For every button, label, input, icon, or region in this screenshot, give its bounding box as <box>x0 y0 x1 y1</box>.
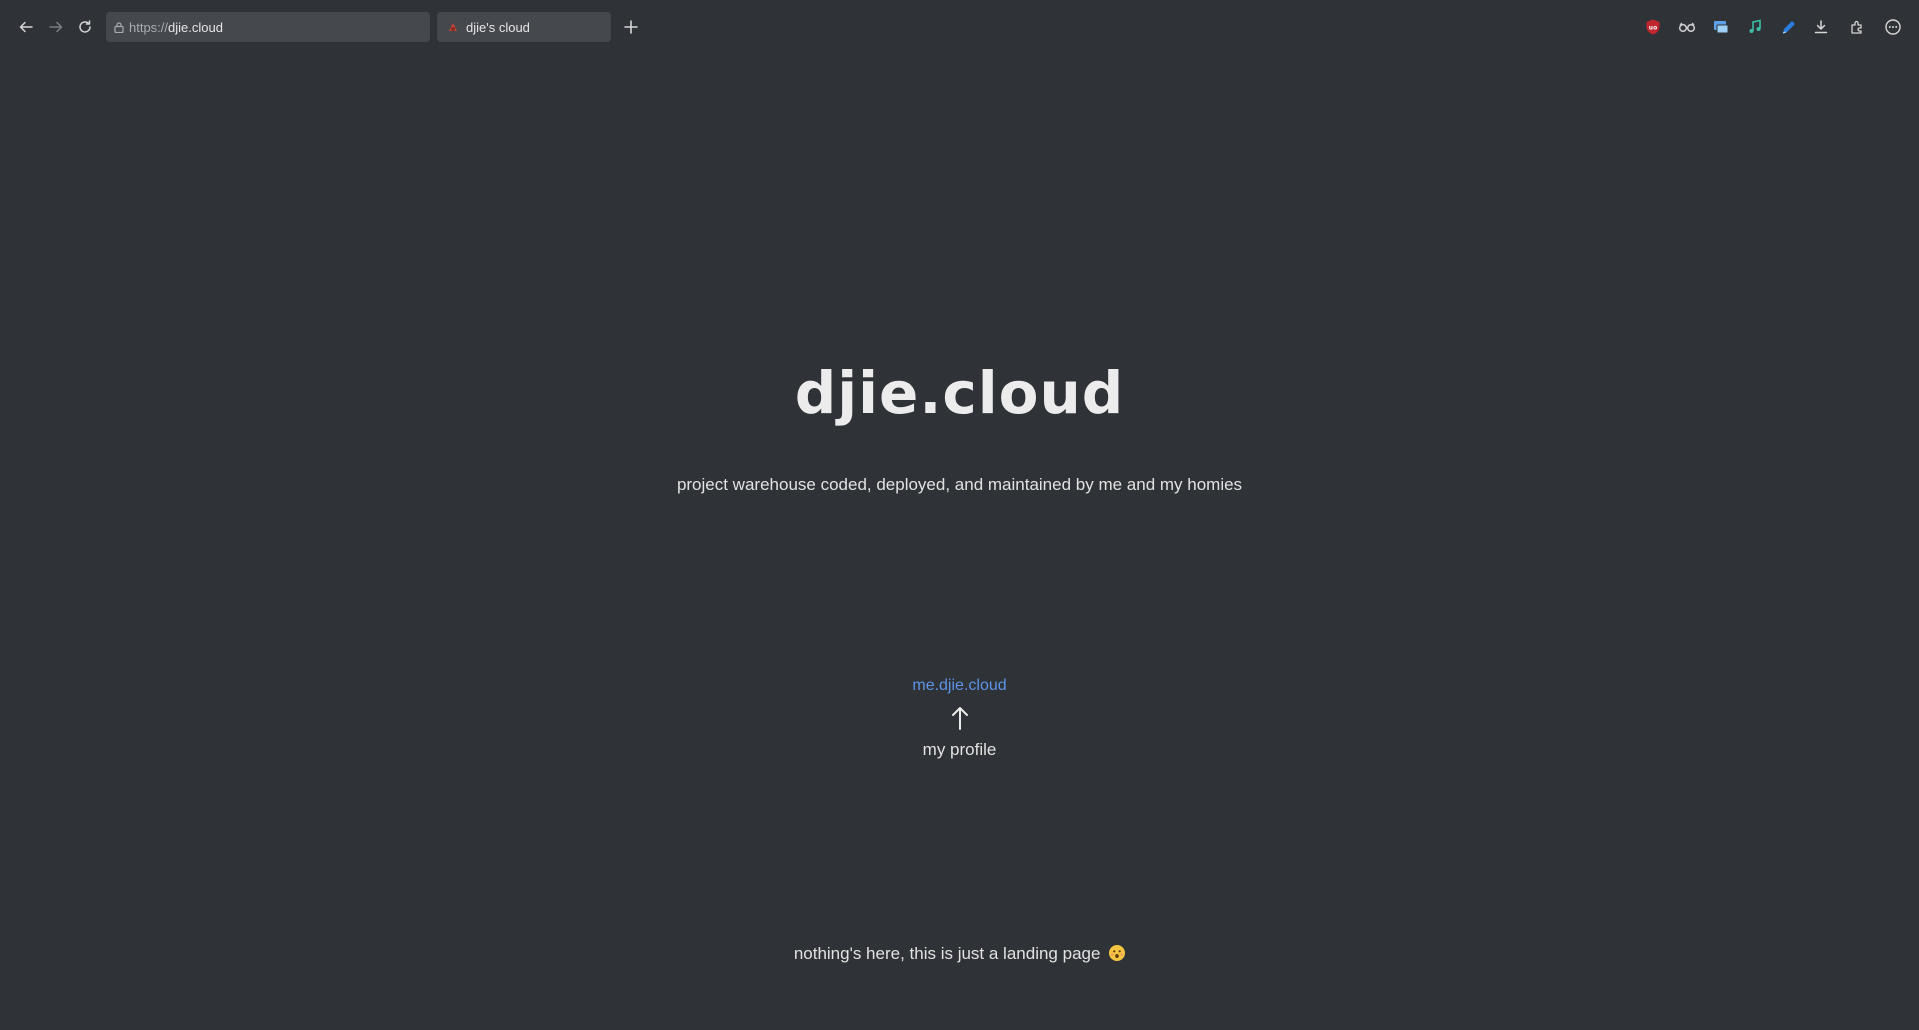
arrow-left-icon <box>19 21 33 33</box>
music-extension-button[interactable] <box>1742 14 1768 40</box>
lock-icon <box>114 21 124 33</box>
pen-extension-button[interactable] <box>1776 14 1802 40</box>
glasses-extension-button[interactable] <box>1674 14 1700 40</box>
url-host: djie.cloud <box>168 19 223 35</box>
puzzle-icon <box>1851 20 1862 34</box>
page-title: djie.cloud <box>794 359 1125 427</box>
tab-active[interactable]: djie's cloud <box>437 12 611 42</box>
plus-icon <box>624 20 638 34</box>
url-scheme: https:// <box>129 19 169 35</box>
back-button[interactable] <box>13 14 39 40</box>
profile-link[interactable]: me.djie.cloud <box>912 677 1006 694</box>
glasses-icon <box>1678 22 1696 33</box>
footer-text: nothing's here, this is just a landing p… <box>793 944 1101 963</box>
arrow-right-icon <box>49 21 63 33</box>
profile-link-container: me.djie.cloud <box>0 677 1919 695</box>
address-bar[interactable]: https://djie.cloud <box>106 12 430 42</box>
reload-button[interactable] <box>72 14 98 40</box>
download-icon <box>1814 20 1828 34</box>
pen-icon <box>1782 21 1795 34</box>
hushed-face-emoji-icon <box>1109 945 1126 961</box>
extensions-button[interactable] <box>1844 14 1870 40</box>
tab-title: djie's cloud <box>466 19 530 35</box>
forward-button[interactable] <box>43 14 69 40</box>
browser-toolbar: https://djie.cloud djie's cloud uo <box>0 0 1919 54</box>
svg-text:uo: uo <box>1649 25 1657 32</box>
menu-button[interactable] <box>1880 14 1906 40</box>
window-extension-button[interactable] <box>1708 14 1734 40</box>
menu-icon <box>1885 19 1901 35</box>
page-content <box>0 54 1919 1030</box>
arrow-up-icon <box>948 705 972 735</box>
ublock-extension-button[interactable]: uo <box>1640 14 1666 40</box>
profile-caption: my profile <box>922 740 997 759</box>
page-subtitle: project warehouse coded, deployed, and m… <box>676 475 1243 494</box>
favicon-icon <box>447 21 459 33</box>
footer-note: nothing's here, this is just a landing p… <box>0 944 1919 964</box>
ublock-icon: uo <box>1646 19 1660 35</box>
reload-icon <box>79 20 91 33</box>
new-tab-button[interactable] <box>618 14 644 40</box>
window-icon <box>1714 21 1729 34</box>
music-icon <box>1749 19 1761 33</box>
downloads-button[interactable] <box>1808 14 1834 40</box>
